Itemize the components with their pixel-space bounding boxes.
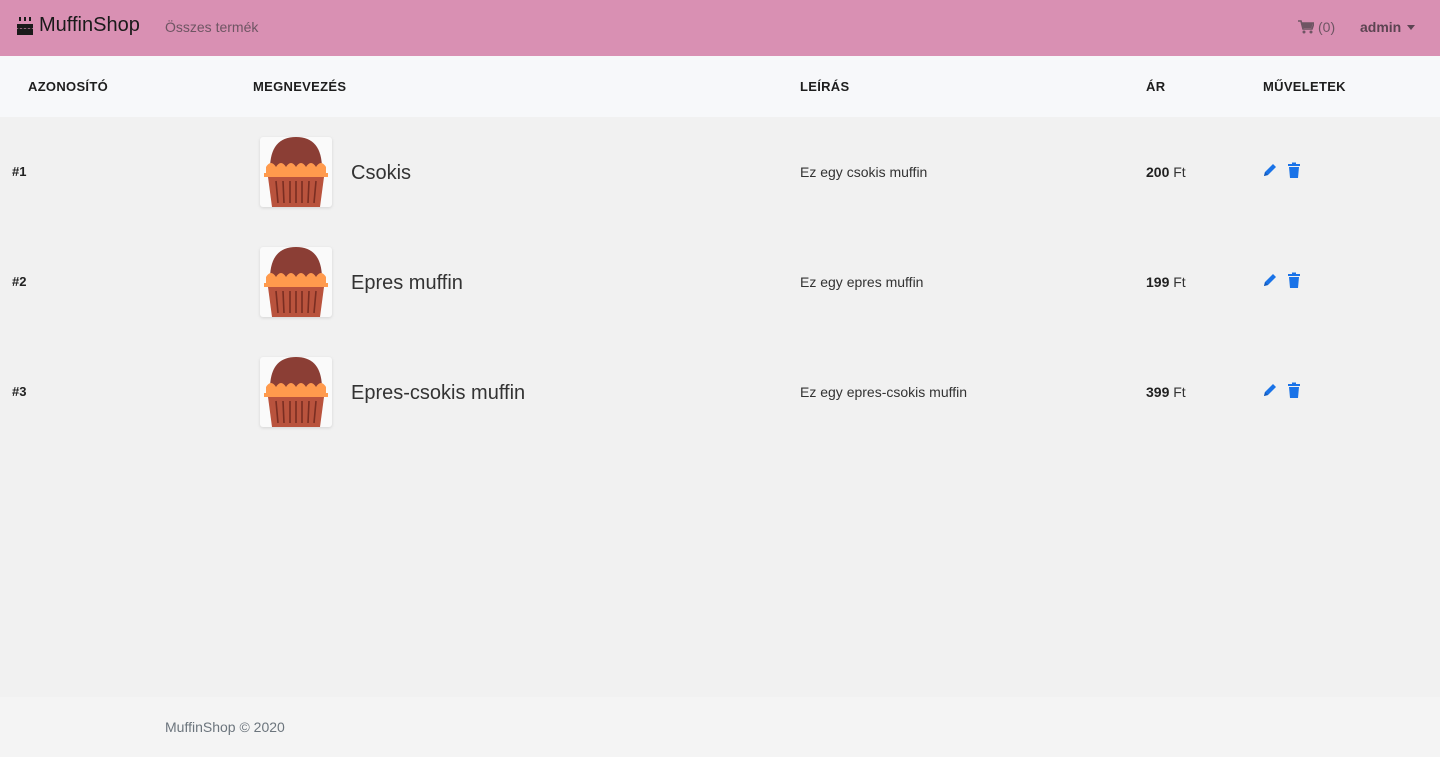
pencil-icon[interactable] xyxy=(1262,162,1278,178)
header-actions: MŰVELETEK xyxy=(1263,79,1346,94)
table-row: #1 Csokis Ez egy csokis muffin 200 Ft xyxy=(0,117,1440,227)
product-price: 199 Ft xyxy=(1146,274,1186,290)
table-row: #3 Epres-csokis muffin Ez egy epres-csok… xyxy=(0,337,1440,447)
product-name: Epres muffin xyxy=(351,272,463,294)
footer-copyright: MuffinShop © 2020 xyxy=(165,719,285,735)
user-name: admin xyxy=(1360,19,1402,35)
price-currency: Ft xyxy=(1173,274,1186,290)
product-name: Csokis xyxy=(351,162,412,184)
table-row: #2 Epres muffin Ez egy epres muffin 199 … xyxy=(0,227,1440,337)
brand-link[interactable]: MuffinShop xyxy=(15,14,140,37)
all-products-link[interactable]: Összes termék xyxy=(165,19,258,35)
muffin-image xyxy=(260,247,332,317)
footer: MuffinShop © 2020 xyxy=(0,697,1440,757)
product-price: 200 Ft xyxy=(1146,164,1186,180)
pencil-icon[interactable] xyxy=(1262,272,1278,288)
user-dropdown[interactable]: admin xyxy=(1360,19,1416,35)
product-description: Ez egy csokis muffin xyxy=(800,164,928,180)
product-description: Ez egy epres-csokis muffin xyxy=(800,384,968,400)
shopping-cart-icon xyxy=(1298,20,1316,34)
muffin-image xyxy=(260,137,332,207)
chevron-down-icon xyxy=(1407,24,1416,30)
row-actions xyxy=(1262,162,1302,178)
header-id: AZONOSÍTÓ xyxy=(28,79,108,94)
price-value: 200 xyxy=(1146,164,1170,180)
row-actions xyxy=(1262,382,1302,398)
cart-count: (0) xyxy=(1318,19,1336,35)
navbar: MuffinShop Összes termék (0) admin xyxy=(0,0,1440,56)
table-header: AZONOSÍTÓ MEGNEVEZÉS LEÍRÁS ÁR MŰVELETEK xyxy=(0,56,1440,117)
product-id: #2 xyxy=(12,274,27,289)
product-id: #1 xyxy=(12,164,27,179)
muffin-image xyxy=(260,357,332,427)
pencil-icon[interactable] xyxy=(1262,382,1278,398)
product-name: Epres-csokis muffin xyxy=(351,382,526,404)
header-description: LEÍRÁS xyxy=(800,79,850,94)
row-actions xyxy=(1262,272,1302,288)
brand-name: MuffinShop xyxy=(39,14,140,36)
header-price: ÁR xyxy=(1146,79,1166,94)
header-name: MEGNEVEZÉS xyxy=(253,79,347,94)
trash-icon[interactable] xyxy=(1286,162,1302,178)
product-price: 399 Ft xyxy=(1146,384,1186,400)
price-value: 399 xyxy=(1146,384,1170,400)
price-currency: Ft xyxy=(1173,384,1186,400)
trash-icon[interactable] xyxy=(1286,382,1302,398)
trash-icon[interactable] xyxy=(1286,272,1302,288)
product-id: #3 xyxy=(12,384,27,399)
price-currency: Ft xyxy=(1173,164,1186,180)
cart-link[interactable]: (0) xyxy=(1298,19,1335,35)
product-description: Ez egy epres muffin xyxy=(800,274,924,290)
price-value: 199 xyxy=(1146,274,1170,290)
birthday-cake-icon xyxy=(15,16,35,36)
